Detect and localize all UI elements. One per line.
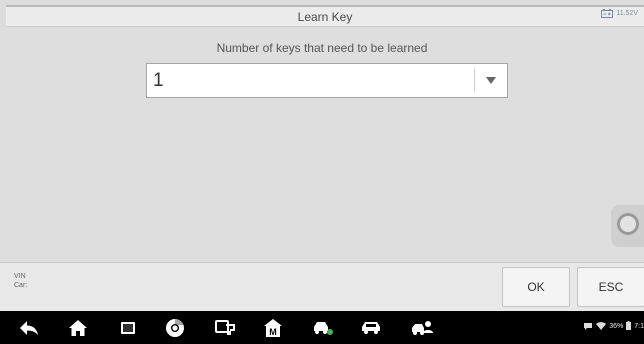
- esc-button[interactable]: ESC: [577, 267, 644, 307]
- page-title: Learn Key: [297, 9, 353, 24]
- system-status: 36% 7:1: [583, 321, 644, 332]
- vin-label: VIN: [14, 273, 26, 280]
- chat-icon: [583, 322, 593, 332]
- android-nav-bar: M 36% 7:1: [0, 311, 644, 344]
- home-icon[interactable]: [67, 317, 89, 339]
- dropdown-arrow-icon[interactable]: [475, 64, 507, 97]
- battery-percent: 36%: [609, 323, 624, 330]
- vehicle-battery-status: 11.52V: [601, 9, 638, 18]
- maxifix-icon[interactable]: M: [262, 317, 284, 339]
- vehicle-info: VIN Car:: [14, 272, 27, 290]
- key-count-value: 1: [153, 70, 164, 91]
- car-user-icon[interactable]: [411, 317, 433, 339]
- title-bar: Learn Key 11.52V: [6, 5, 644, 27]
- svg-text:M: M: [269, 327, 277, 337]
- back-icon[interactable]: [18, 317, 40, 339]
- battery-icon: [626, 321, 632, 332]
- car-label: Car:: [14, 282, 28, 289]
- battery-voltage: 11.52V: [616, 10, 638, 17]
- clock: 7:1: [634, 323, 644, 330]
- floating-assistive-button[interactable]: [611, 205, 644, 247]
- recent-apps-icon[interactable]: [117, 317, 139, 339]
- learn-key-screen: Learn Key 11.52V Number of keys that nee…: [0, 0, 644, 344]
- wifi-icon: [596, 321, 607, 332]
- chrome-icon[interactable]: [164, 317, 186, 339]
- remote-desk-icon[interactable]: [214, 317, 236, 339]
- car-battery-icon: [601, 9, 614, 18]
- car-icon[interactable]: [360, 317, 382, 339]
- key-count-question: Number of keys that need to be learned: [216, 41, 428, 55]
- key-count-dropdown[interactable]: 1: [146, 63, 508, 98]
- circle-icon: [616, 212, 640, 241]
- ok-button[interactable]: OK: [502, 267, 570, 307]
- car-service-icon[interactable]: [312, 317, 334, 339]
- content-area: Number of keys that need to be learned 1: [0, 27, 644, 262]
- bottom-bar: VIN Car: OK ESC: [0, 262, 644, 311]
